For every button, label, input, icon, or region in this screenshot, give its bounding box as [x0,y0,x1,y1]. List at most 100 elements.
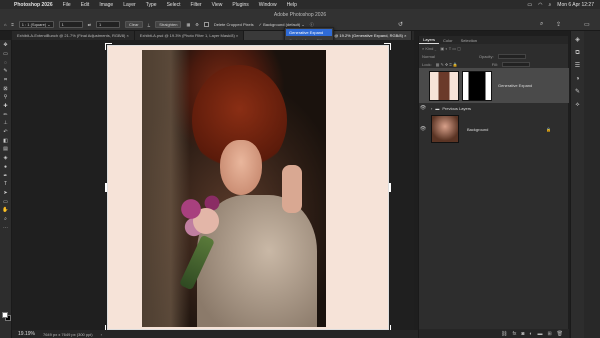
menu-window[interactable]: Window [259,2,277,8]
color-swatches[interactable] [2,312,11,321]
fill-field[interactable] [501,61,530,67]
paths-icon[interactable]: ⟡ [574,101,582,109]
eyedropper-tool-icon[interactable]: ⚲ [2,94,10,101]
layer-name: Generative Expand [498,83,533,88]
panel-toggle-icon[interactable]: ▭ [584,21,590,28]
path-select-icon[interactable]: ➤ [2,189,10,196]
battery-icon[interactable]: ▭ [527,2,532,8]
quick-select-tool-icon[interactable]: ✎ [2,68,10,75]
add-mask-icon[interactable]: ◙ [521,331,524,337]
healing-tool-icon[interactable]: ✚ [2,103,10,110]
link-layers-icon[interactable]: ⛓ [501,331,507,337]
properties-icon[interactable]: ☰ [574,62,582,70]
zoom-tool-icon[interactable]: ⌕ [2,215,10,222]
foreground-color-swatch[interactable] [2,312,8,318]
status-chevron-icon[interactable]: › [101,332,102,337]
move-tool-icon[interactable]: ✥ [2,42,10,49]
menu-bar: Photoshop 2026 File Edit Image Layer Typ… [0,0,600,9]
delete-layer-icon[interactable]: 🗑 [557,331,563,337]
crop-handle-top-left[interactable] [105,43,112,50]
delete-cropped-label: Delete Cropped Pixels [213,22,254,27]
more-tools-icon[interactable]: ⋯ [2,224,10,231]
height-field[interactable]: 1 [95,21,120,28]
layers-panel-icon[interactable]: ◈ [574,36,582,44]
eraser-tool-icon[interactable]: ◧ [2,137,10,144]
layer-style-icon[interactable]: fx [512,331,516,337]
menu-filter[interactable]: Filter [190,2,201,8]
tab-color[interactable]: Color [439,36,457,44]
visibility-eye-icon[interactable]: 👁 [419,105,427,111]
grid-overlay-icon[interactable]: ▦ [186,22,190,27]
wifi-icon[interactable]: ◠ [538,2,542,8]
visibility-eye-icon[interactable]: 👁 [419,126,427,132]
menu-layer[interactable]: Layer [123,2,136,8]
layer-row-previous-layers[interactable]: 👁 › ▬ Previous Layers [419,104,569,112]
brush-tool-icon[interactable]: ✏ [2,111,10,118]
crop-tool-icon[interactable]: ⌗ [11,22,13,27]
generative-expand-option[interactable]: Generative Expand [286,29,332,36]
blur-tool-icon[interactable]: ◈ [2,155,10,162]
search-icon[interactable]: ⌕ [548,2,551,8]
tab-selection[interactable]: Selection [457,36,481,44]
tab-exhibit-a[interactable]: Exhibit-A.psd @ 19.3% (Photo Filter 1, L… [135,31,245,40]
status-bar: 19.19% 7649 px x 7649 px (300 ppi) › [12,330,418,338]
filter-icons[interactable]: ▣ ◐ T ▭ ▢ [440,46,461,51]
reset-icon[interactable]: ↺ [398,21,403,28]
clear-button[interactable]: Clear [124,21,143,28]
tab-extendbunch[interactable]: Exhibit-A-ExtendBunch @ 21.7% (Final Adj… [12,31,135,40]
pen-tool-icon[interactable]: ✒ [2,172,10,179]
gradient-tool-icon[interactable]: ▤ [2,146,10,153]
delete-cropped-checkbox[interactable] [203,22,209,27]
type-tool-icon[interactable]: T [2,181,10,188]
share-icon[interactable]: ⇪ [556,21,561,28]
artboard-tool-icon[interactable]: ▭ [2,50,10,57]
stamp-tool-icon[interactable]: ⊥ [2,120,10,127]
menu-type[interactable]: Type [146,2,157,8]
canvas-area[interactable] [12,40,414,332]
menu-help[interactable]: Help [287,2,297,8]
document-canvas[interactable] [105,43,391,332]
adjustment-layer-icon[interactable]: ◐ [529,331,532,337]
crop-handle-left[interactable] [105,183,107,192]
adjustments-icon[interactable]: ◑ [574,75,582,83]
settings-icon[interactable]: ⚙ [195,22,199,27]
home-icon[interactable]: ⌂ [4,22,6,27]
crop-tool-icon[interactable]: ⌗ [2,76,10,83]
brush-settings-icon[interactable]: ✎ [574,88,582,96]
clock[interactable]: Mon 6 Apr 12:27 [557,2,594,8]
new-group-icon[interactable]: ▬ [537,331,542,337]
ratio-select[interactable]: 1 : 1 (Square) ⌄ [18,21,54,28]
lock-icons[interactable]: ▦ ✎ ✥ ⌗ 🔒 [436,62,458,67]
menu-plugins[interactable]: Plugins [232,2,248,8]
swap-icon[interactable]: ⇄ [88,22,91,27]
crop-handle-top-right[interactable] [384,43,391,50]
menu-image[interactable]: Image [99,2,113,8]
shape-tool-icon[interactable]: ▭ [2,198,10,205]
app-menu[interactable]: Photoshop 2026 [14,2,53,8]
history-brush-icon[interactable]: ↶ [2,129,10,136]
lasso-tool-icon[interactable]: ◌ [2,59,10,66]
filter-kind-select[interactable]: ⌕ Kind ⌄ [422,46,436,51]
frame-tool-icon[interactable]: ⊠ [2,85,10,92]
new-layer-icon[interactable]: ⊞ [547,331,551,337]
layer-row-generative-expand[interactable]: Generative Expand [419,68,569,103]
hand-tool-icon[interactable]: ✋ [2,207,10,214]
libraries-icon[interactable]: ⧉ [574,49,582,57]
straighten-button[interactable]: Straighten [155,21,182,28]
menu-select[interactable]: Select [167,2,181,8]
crop-handle-right[interactable] [389,183,391,192]
search-ps-icon[interactable]: ⌕ [540,21,543,28]
zoom-level[interactable]: 19.19% [18,331,35,337]
blend-mode-select[interactable]: Normal [422,54,435,59]
group-chevron-icon[interactable]: › [431,106,432,111]
straighten-icon[interactable]: ⟂ [148,22,151,27]
menu-file[interactable]: File [63,2,71,8]
menu-edit[interactable]: Edit [81,2,90,8]
layers-footer: ⛓ fx ◙ ◐ ▬ ⊞ 🗑 [419,329,569,338]
menu-view[interactable]: View [212,2,223,8]
width-field[interactable]: 1 [58,21,83,28]
opacity-field[interactable] [497,53,526,59]
tab-layers[interactable]: Layers [419,36,440,44]
layer-row-background[interactable]: 👁 Background 🔒 [419,114,569,144]
dodge-tool-icon[interactable]: ● [2,163,10,170]
